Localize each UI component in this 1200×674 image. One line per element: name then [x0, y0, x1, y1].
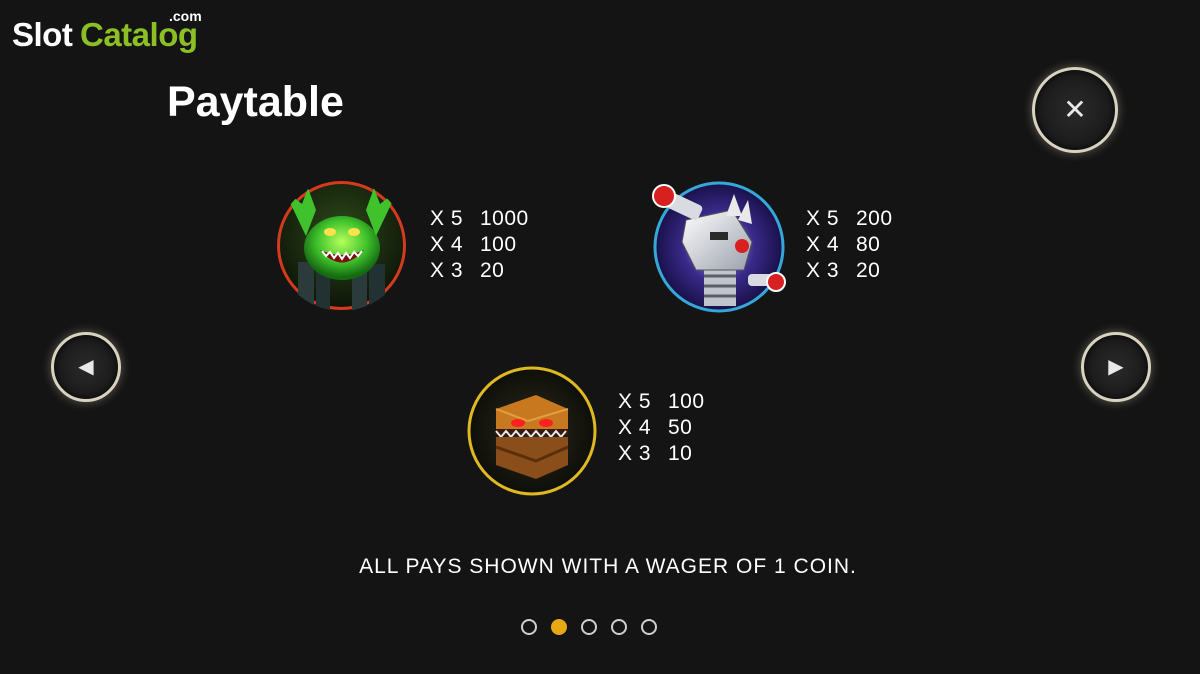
- pay-row: X 3 10: [618, 442, 693, 465]
- pay-row: X 4 80: [806, 233, 881, 256]
- pay-row: X 4 50: [618, 416, 693, 439]
- pay-row: X 4 100: [430, 233, 517, 256]
- green-monster-paytable: X 5 1000 X 4 100 X 3 20: [430, 206, 529, 284]
- page-dot[interactable]: [611, 619, 627, 635]
- next-page-button[interactable]: ▶: [1081, 332, 1151, 402]
- arrow-left-icon: ◀: [78, 356, 94, 378]
- green-monster-icon: [276, 180, 407, 311]
- pay-row: X 5 1000: [430, 207, 529, 230]
- robot-icon: [652, 180, 786, 314]
- wager-note: ALL PAYS SHOWN WITH A WAGER OF 1 COIN.: [359, 555, 857, 578]
- logo-text-slot: Slot: [12, 16, 73, 53]
- monster-cake-icon: [466, 365, 598, 497]
- page-dot[interactable]: [581, 619, 597, 635]
- page-dot-active[interactable]: [551, 619, 567, 635]
- page-dot[interactable]: [521, 619, 537, 635]
- close-button[interactable]: ✕: [1032, 67, 1118, 153]
- page-title: Paytable: [167, 78, 344, 126]
- close-icon: ✕: [1063, 94, 1087, 125]
- pay-row: X 3 20: [430, 259, 505, 282]
- pay-row: X 3 20: [806, 259, 881, 282]
- arrow-right-icon: ▶: [1108, 356, 1124, 378]
- previous-page-button[interactable]: ◀: [51, 332, 121, 402]
- page-dot[interactable]: [641, 619, 657, 635]
- logo-text-com: .com: [169, 8, 202, 24]
- pagination: [521, 619, 657, 639]
- monster-cake-paytable: X 5 100 X 4 50 X 3 10: [618, 389, 705, 467]
- pay-row: X 5 100: [618, 390, 705, 413]
- pay-row: X 5 200: [806, 207, 893, 230]
- robot-paytable: X 5 200 X 4 80 X 3 20: [806, 206, 893, 284]
